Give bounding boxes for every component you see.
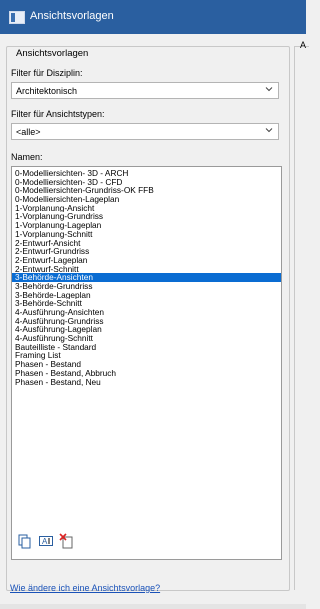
list-item[interactable]: 1-Vorplanung-Ansicht bbox=[12, 204, 281, 213]
discipline-filter-label: Filter für Disziplin: bbox=[11, 68, 83, 78]
view-templates-group: Ansichtsvorlagen Filter für Disziplin: A… bbox=[6, 46, 290, 591]
chevron-down-icon bbox=[265, 128, 273, 133]
list-item[interactable]: 3-Behörde-Ansichten bbox=[12, 273, 281, 282]
list-item[interactable]: 2-Entwurf-Ansicht bbox=[12, 239, 281, 248]
list-item[interactable]: 1-Vorplanung-Lageplan bbox=[12, 221, 281, 230]
list-item[interactable]: 3-Behörde-Grundriss bbox=[12, 282, 281, 291]
duplicate-icon[interactable] bbox=[17, 533, 33, 549]
list-item[interactable]: 0-Modelliersichten- 3D - CFD bbox=[12, 178, 281, 187]
chevron-down-icon bbox=[265, 87, 273, 92]
properties-partial-label: A bbox=[300, 40, 307, 50]
list-item[interactable]: Phasen - Bestand, Abbruch bbox=[12, 369, 281, 378]
help-link[interactable]: Wie ändere ich eine Ansichtsvorlage? bbox=[10, 583, 160, 593]
list-item[interactable]: 4-Ausführung-Schnitt bbox=[12, 334, 281, 343]
template-properties-panel: A bbox=[294, 38, 309, 604]
delete-icon[interactable] bbox=[59, 533, 75, 549]
list-item[interactable]: Bauteilliste - Standard bbox=[12, 343, 281, 352]
list-item[interactable]: 3-Behörde-Schnitt bbox=[12, 299, 281, 308]
discipline-filter-value: Architektonisch bbox=[16, 86, 78, 96]
app-icon bbox=[9, 11, 25, 24]
rename-icon[interactable]: A bbox=[38, 533, 54, 549]
viewtype-filter-value: <alle> bbox=[16, 127, 41, 137]
list-item[interactable]: 3-Behörde-Lageplan bbox=[12, 291, 281, 300]
names-label: Namen: bbox=[11, 152, 43, 162]
list-item[interactable]: Framing List bbox=[12, 351, 281, 360]
viewtype-filter-dropdown[interactable]: <alle> bbox=[11, 123, 279, 140]
list-item[interactable]: 2-Entwurf-Grundriss bbox=[12, 247, 281, 256]
properties-group bbox=[294, 46, 309, 590]
svg-text:A: A bbox=[42, 537, 48, 546]
view-template-list[interactable]: 0-Modelliersichten- 3D - ARCH 0-Modellier… bbox=[11, 166, 282, 560]
viewtype-filter-label: Filter für Ansichtstypen: bbox=[11, 109, 105, 119]
list-item[interactable]: 0-Modelliersichten- 3D - ARCH bbox=[12, 169, 281, 178]
list-item[interactable]: 4-Ausführung-Lageplan bbox=[12, 325, 281, 334]
window-bottom-edge bbox=[0, 604, 306, 609]
list-item[interactable]: 0-Modelliersichten-Lageplan bbox=[12, 195, 281, 204]
list-item[interactable]: 1-Vorplanung-Grundriss bbox=[12, 212, 281, 221]
list-item[interactable]: 4-Ausführung-Ansichten bbox=[12, 308, 281, 317]
group-title: Ansichtsvorlagen bbox=[13, 48, 92, 59]
list-item[interactable]: 2-Entwurf-Lageplan bbox=[12, 256, 281, 265]
window-title: Ansichtsvorlagen bbox=[30, 10, 114, 22]
list-item[interactable]: Phasen - Bestand, Neu bbox=[12, 378, 281, 387]
list-item[interactable]: 1-Vorplanung-Schnitt bbox=[12, 230, 281, 239]
list-item[interactable]: 2-Entwurf-Schnitt bbox=[12, 265, 281, 274]
title-bar: Ansichtsvorlagen bbox=[0, 0, 306, 34]
discipline-filter-dropdown[interactable]: Architektonisch bbox=[11, 82, 279, 99]
list-item[interactable]: 0-Modelliersichten-Grundriss-OK FFB bbox=[12, 186, 281, 195]
list-item[interactable]: Phasen - Bestand bbox=[12, 360, 281, 369]
list-item[interactable]: 4-Ausführung-Grundriss bbox=[12, 317, 281, 326]
view-templates-panel: Ansichtsvorlagen Filter für Disziplin: A… bbox=[6, 38, 290, 604]
